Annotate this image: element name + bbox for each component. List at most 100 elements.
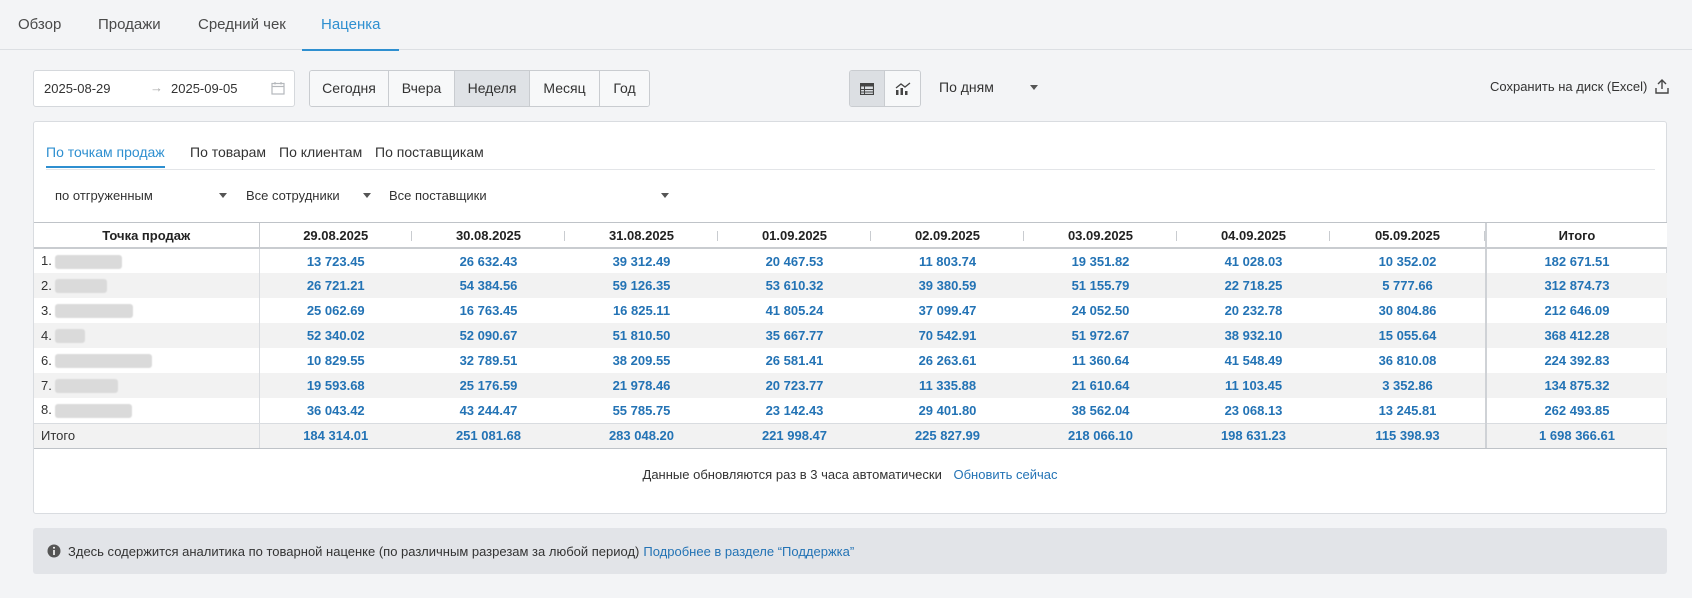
value-cell[interactable]: 10 829.55 — [258, 348, 412, 373]
value-cell[interactable]: 54 384.56 — [412, 273, 565, 298]
column-header-total[interactable]: Итого — [1485, 223, 1667, 249]
save-excel-button[interactable]: Сохранить на диск (Excel) — [1490, 79, 1670, 94]
column-header-date[interactable]: 03.09.2025 — [1024, 223, 1177, 249]
tab-overview[interactable]: Обзор — [18, 0, 61, 50]
refresh-now-link[interactable]: Обновить сейчас — [954, 467, 1058, 482]
column-header-date[interactable]: 04.09.2025 — [1177, 223, 1330, 249]
value-cell[interactable]: 30 804.86 — [1330, 298, 1486, 323]
value-cell[interactable]: 15 055.64 — [1330, 323, 1486, 348]
period-today-button[interactable]: Сегодня — [310, 71, 389, 106]
row-total-cell[interactable]: 224 392.83 — [1485, 348, 1667, 373]
value-cell[interactable]: 26 581.41 — [718, 348, 871, 373]
calendar-icon[interactable] — [271, 81, 285, 95]
tab-markup[interactable]: Наценка — [301, 0, 401, 51]
value-cell[interactable]: 26 721.21 — [258, 273, 412, 298]
column-header-date[interactable]: 05.09.2025 — [1330, 223, 1486, 249]
value-cell[interactable]: 38 209.55 — [565, 348, 718, 373]
subtab-products[interactable]: По товарам — [190, 144, 266, 160]
table-view-button[interactable] — [850, 71, 886, 106]
value-cell[interactable]: 221 998.47 — [718, 422, 871, 448]
value-cell[interactable]: 11 803.74 — [871, 248, 1024, 273]
value-cell[interactable]: 51 810.50 — [565, 323, 718, 348]
value-cell[interactable]: 32 789.51 — [412, 348, 565, 373]
value-cell[interactable]: 29 401.80 — [871, 398, 1024, 423]
column-header-date[interactable]: 31.08.2025 — [565, 223, 718, 249]
period-month-button[interactable]: Месяц — [530, 71, 600, 106]
value-cell[interactable]: 5 777.66 — [1330, 273, 1486, 298]
value-cell[interactable]: 251 081.68 — [412, 422, 565, 448]
value-cell[interactable]: 11 103.45 — [1177, 373, 1330, 398]
value-cell[interactable]: 198 631.23 — [1177, 422, 1330, 448]
row-total-cell[interactable]: 134 875.32 — [1485, 373, 1667, 398]
row-total-cell[interactable]: 312 874.73 — [1485, 273, 1667, 298]
chart-view-button[interactable] — [885, 71, 920, 106]
value-cell[interactable]: 24 052.50 — [1024, 298, 1177, 323]
value-cell[interactable]: 225 827.99 — [871, 422, 1024, 448]
row-total-cell[interactable]: 182 671.51 — [1485, 248, 1667, 273]
group-by-select[interactable]: По дням — [939, 79, 1039, 95]
value-cell[interactable]: 55 785.75 — [565, 398, 718, 423]
value-cell[interactable]: 70 542.91 — [871, 323, 1024, 348]
value-cell[interactable]: 36 043.42 — [258, 398, 412, 423]
value-cell[interactable]: 51 155.79 — [1024, 273, 1177, 298]
value-cell[interactable]: 59 126.35 — [565, 273, 718, 298]
shipment-filter[interactable]: по отгруженным — [55, 188, 227, 203]
value-cell[interactable]: 38 562.04 — [1024, 398, 1177, 423]
value-cell[interactable]: 10 352.02 — [1330, 248, 1486, 273]
value-cell[interactable]: 11 335.88 — [871, 373, 1024, 398]
date-to[interactable]: 2025-09-05 — [171, 81, 238, 96]
value-cell[interactable]: 52 090.67 — [412, 323, 565, 348]
subtab-suppliers[interactable]: По поставщикам — [375, 144, 484, 160]
value-cell[interactable]: 115 398.93 — [1330, 422, 1486, 448]
value-cell[interactable]: 19 593.68 — [258, 373, 412, 398]
value-cell[interactable]: 22 718.25 — [1177, 273, 1330, 298]
suppliers-filter[interactable]: Все поставщики — [389, 188, 669, 203]
value-cell[interactable]: 26 632.43 — [412, 248, 565, 273]
date-from[interactable]: 2025-08-29 — [44, 81, 111, 96]
employees-filter[interactable]: Все сотрудники — [246, 188, 371, 203]
value-cell[interactable]: 41 548.49 — [1177, 348, 1330, 373]
column-header-date[interactable]: 02.09.2025 — [871, 223, 1024, 249]
value-cell[interactable]: 25 176.59 — [412, 373, 565, 398]
column-header-point[interactable]: Точка продаж — [34, 223, 259, 249]
row-total-cell[interactable]: 368 412.28 — [1485, 323, 1667, 348]
value-cell[interactable]: 43 244.47 — [412, 398, 565, 423]
value-cell[interactable]: 16 825.11 — [565, 298, 718, 323]
date-range-picker[interactable]: 2025-08-29 → 2025-09-05 — [33, 70, 295, 107]
subtab-points-of-sale[interactable]: По точкам продаж — [46, 144, 165, 168]
value-cell[interactable]: 184 314.01 — [258, 422, 412, 448]
value-cell[interactable]: 19 351.82 — [1024, 248, 1177, 273]
subtab-clients[interactable]: По клиентам — [279, 144, 362, 160]
value-cell[interactable]: 38 932.10 — [1177, 323, 1330, 348]
column-header-date[interactable]: 01.09.2025 — [718, 223, 871, 249]
value-cell[interactable]: 11 360.64 — [1024, 348, 1177, 373]
support-link[interactable]: Подробнее в разделе “Поддержка” — [643, 544, 854, 559]
value-cell[interactable]: 20 232.78 — [1177, 298, 1330, 323]
value-cell[interactable]: 52 340.02 — [258, 323, 412, 348]
period-week-button[interactable]: Неделя — [455, 71, 530, 106]
period-yesterday-button[interactable]: Вчера — [389, 71, 455, 106]
value-cell[interactable]: 23 142.43 — [718, 398, 871, 423]
row-total-cell[interactable]: 1 698 366.61 — [1485, 422, 1667, 448]
value-cell[interactable]: 13 245.81 — [1330, 398, 1486, 423]
value-cell[interactable]: 26 263.61 — [871, 348, 1024, 373]
value-cell[interactable]: 36 810.08 — [1330, 348, 1486, 373]
row-total-cell[interactable]: 262 493.85 — [1485, 398, 1667, 423]
value-cell[interactable]: 23 068.13 — [1177, 398, 1330, 423]
tab-average-check[interactable]: Средний чек — [198, 0, 286, 50]
value-cell[interactable]: 20 467.53 — [718, 248, 871, 273]
value-cell[interactable]: 21 978.46 — [565, 373, 718, 398]
value-cell[interactable]: 25 062.69 — [258, 298, 412, 323]
value-cell[interactable]: 3 352.86 — [1330, 373, 1486, 398]
value-cell[interactable]: 21 610.64 — [1024, 373, 1177, 398]
period-year-button[interactable]: Год — [600, 71, 649, 106]
value-cell[interactable]: 53 610.32 — [718, 273, 871, 298]
value-cell[interactable]: 16 763.45 — [412, 298, 565, 323]
value-cell[interactable]: 218 066.10 — [1024, 422, 1177, 448]
value-cell[interactable]: 13 723.45 — [258, 248, 412, 273]
value-cell[interactable]: 20 723.77 — [718, 373, 871, 398]
value-cell[interactable]: 41 028.03 — [1177, 248, 1330, 273]
column-header-date[interactable]: 30.08.2025 — [412, 223, 565, 249]
column-header-date[interactable]: 29.08.2025 — [258, 223, 412, 249]
value-cell[interactable]: 37 099.47 — [871, 298, 1024, 323]
